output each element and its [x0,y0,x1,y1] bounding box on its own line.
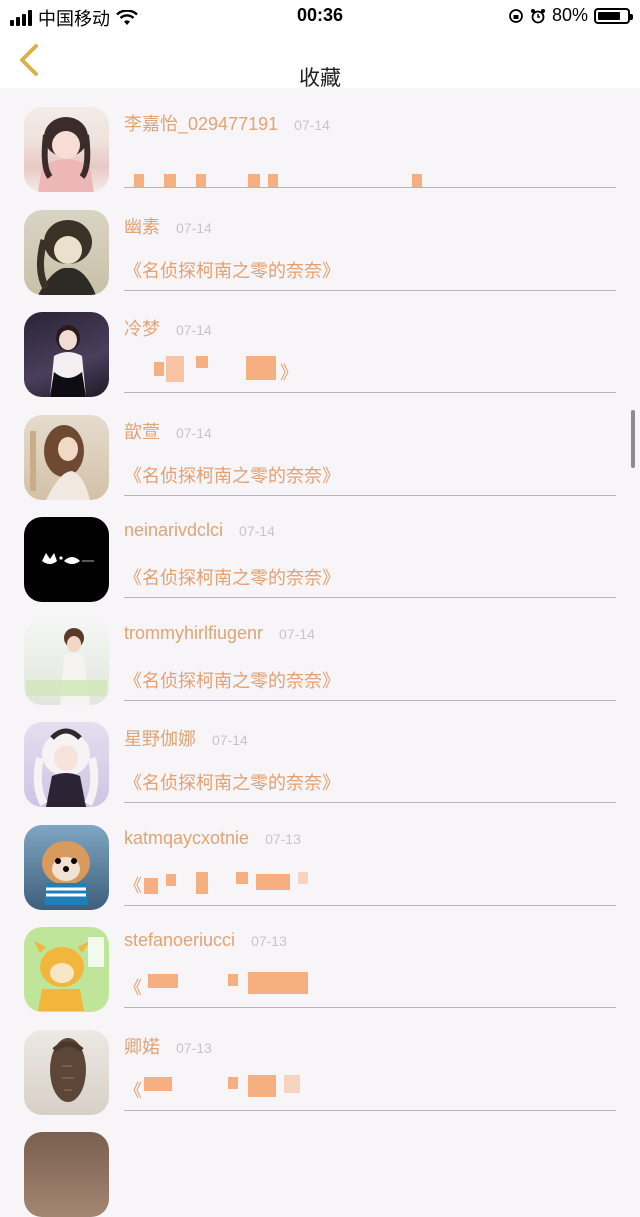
list-item[interactable]: 卿婼 07-13 《 [0,1011,640,1115]
divider [124,494,616,496]
work-title[interactable]: 《名侦探柯南之零的奈奈》 [124,769,340,795]
lock-rotation-icon [509,8,523,23]
avatar[interactable] [24,107,109,192]
timestamp: 07-14 [176,322,212,338]
user-name-text: neinarivdclci [124,520,224,540]
list-item[interactable]: neinarivdclci 07-14 《名侦探柯南之零的奈奈》 [0,498,640,602]
user-name-text: stefanoeriucci [124,930,236,950]
user-name[interactable]: trommyhirlfiugenr 07-14 [124,623,315,644]
user-name-text: 星野伽娜 [124,729,196,749]
user-name-text: trommyhirlfiugenr [124,622,264,643]
divider [124,289,616,291]
list-item[interactable]: 幽素 07-14 《名侦探柯南之零的奈奈》 [0,191,640,295]
user-name[interactable]: 冷梦 07-14 [124,315,212,341]
divider [124,187,616,188]
list-item[interactable]: 冷梦 07-14 》 [0,293,640,397]
divider [124,1109,616,1111]
divider [124,802,616,803]
avatar[interactable] [24,414,109,500]
nav-bar: 收藏 [0,32,640,90]
user-name-text: katmqaycxotnie [124,827,250,848]
status-bar: 中国移动 00:36 80% [0,0,640,32]
favorites-list: 李嘉怡_029477191 07-14 幽素 07-14 《名侦探柯南之零的奈奈》 … [0,88,640,1217]
redacted-mark [124,174,434,188]
battery-icon [594,7,633,24]
redacted-mark [124,354,314,384]
divider [124,1007,616,1008]
timestamp: 07-13 [176,1039,212,1056]
user-name-text: 李嘉怡_029477191 [124,114,279,134]
work-title[interactable]: 《名侦探柯南之零的奈奈》 [124,257,340,283]
avatar[interactable] [24,1029,109,1115]
timestamp: 07-14 [239,523,275,539]
avatar[interactable] [24,312,109,397]
work-title[interactable]: 《名侦探柯南之零的奈奈》 [124,462,340,488]
avatar[interactable] [24,927,109,1012]
user-name-text: 卿婼 [124,1036,160,1057]
timestamp: 07-14 [212,732,248,748]
user-name[interactable]: katmqaycxotnie 07-13 [124,828,301,849]
work-title[interactable]: 《名侦探柯南之零的奈奈》 [124,667,340,693]
user-name-text: 歆萱 [124,421,160,442]
user-name[interactable]: 星野伽娜 07-14 [124,725,248,751]
avatar[interactable] [24,619,109,705]
timestamp: 07-13 [251,933,287,949]
avatar[interactable] [24,1132,109,1217]
avatar[interactable] [24,209,109,295]
user-name[interactable]: 卿婼 07-13 [124,1033,212,1059]
scroll-indicator[interactable] [631,410,635,468]
avatar[interactable] [24,824,109,910]
user-name[interactable]: 歆萱 07-14 [124,418,212,444]
timestamp: 07-14 [294,117,330,133]
divider [124,597,616,598]
divider [124,392,616,393]
list-item[interactable]: 李嘉怡_029477191 07-14 [0,88,640,192]
timestamp: 07-14 [176,424,212,441]
avatar[interactable] [24,517,109,602]
battery-percent: 80% [551,5,588,25]
alarm-icon [530,8,545,23]
user-name[interactable]: neinarivdclci 07-14 [124,520,275,541]
list-item[interactable]: trommyhirlfiugenr 07-14 《名侦探柯南之零的奈奈》 [0,601,640,705]
list-item[interactable]: stefanoeriucci 07-13 《 [0,908,640,1012]
timestamp: 07-14 [176,219,212,236]
divider [124,699,616,701]
avatar[interactable] [24,722,109,807]
timestamp: 07-14 [279,625,315,642]
status-right: 80% [508,5,633,26]
user-name-text: 冷梦 [124,319,160,339]
redacted-mark [124,1073,324,1103]
list-item[interactable]: 星野伽娜 07-14 《名侦探柯南之零的奈奈》 [0,703,640,807]
redacted-mark [124,970,324,1000]
user-name[interactable]: stefanoeriucci 07-13 [124,930,287,951]
user-name[interactable]: 幽素 07-14 [124,213,212,239]
user-name-text: 幽素 [124,216,160,237]
divider [124,904,616,906]
list-item[interactable]: katmqaycxotnie 07-13 《 [0,806,640,910]
work-title[interactable]: 《名侦探柯南之零的奈奈》 [124,564,340,590]
timestamp: 07-13 [265,830,301,847]
redacted-mark [124,868,324,898]
list-item[interactable] [0,1113,640,1217]
list-item[interactable]: 歆萱 07-14 《名侦探柯南之零的奈奈》 [0,396,640,500]
user-name[interactable]: 李嘉怡_029477191 07-14 [124,110,330,136]
